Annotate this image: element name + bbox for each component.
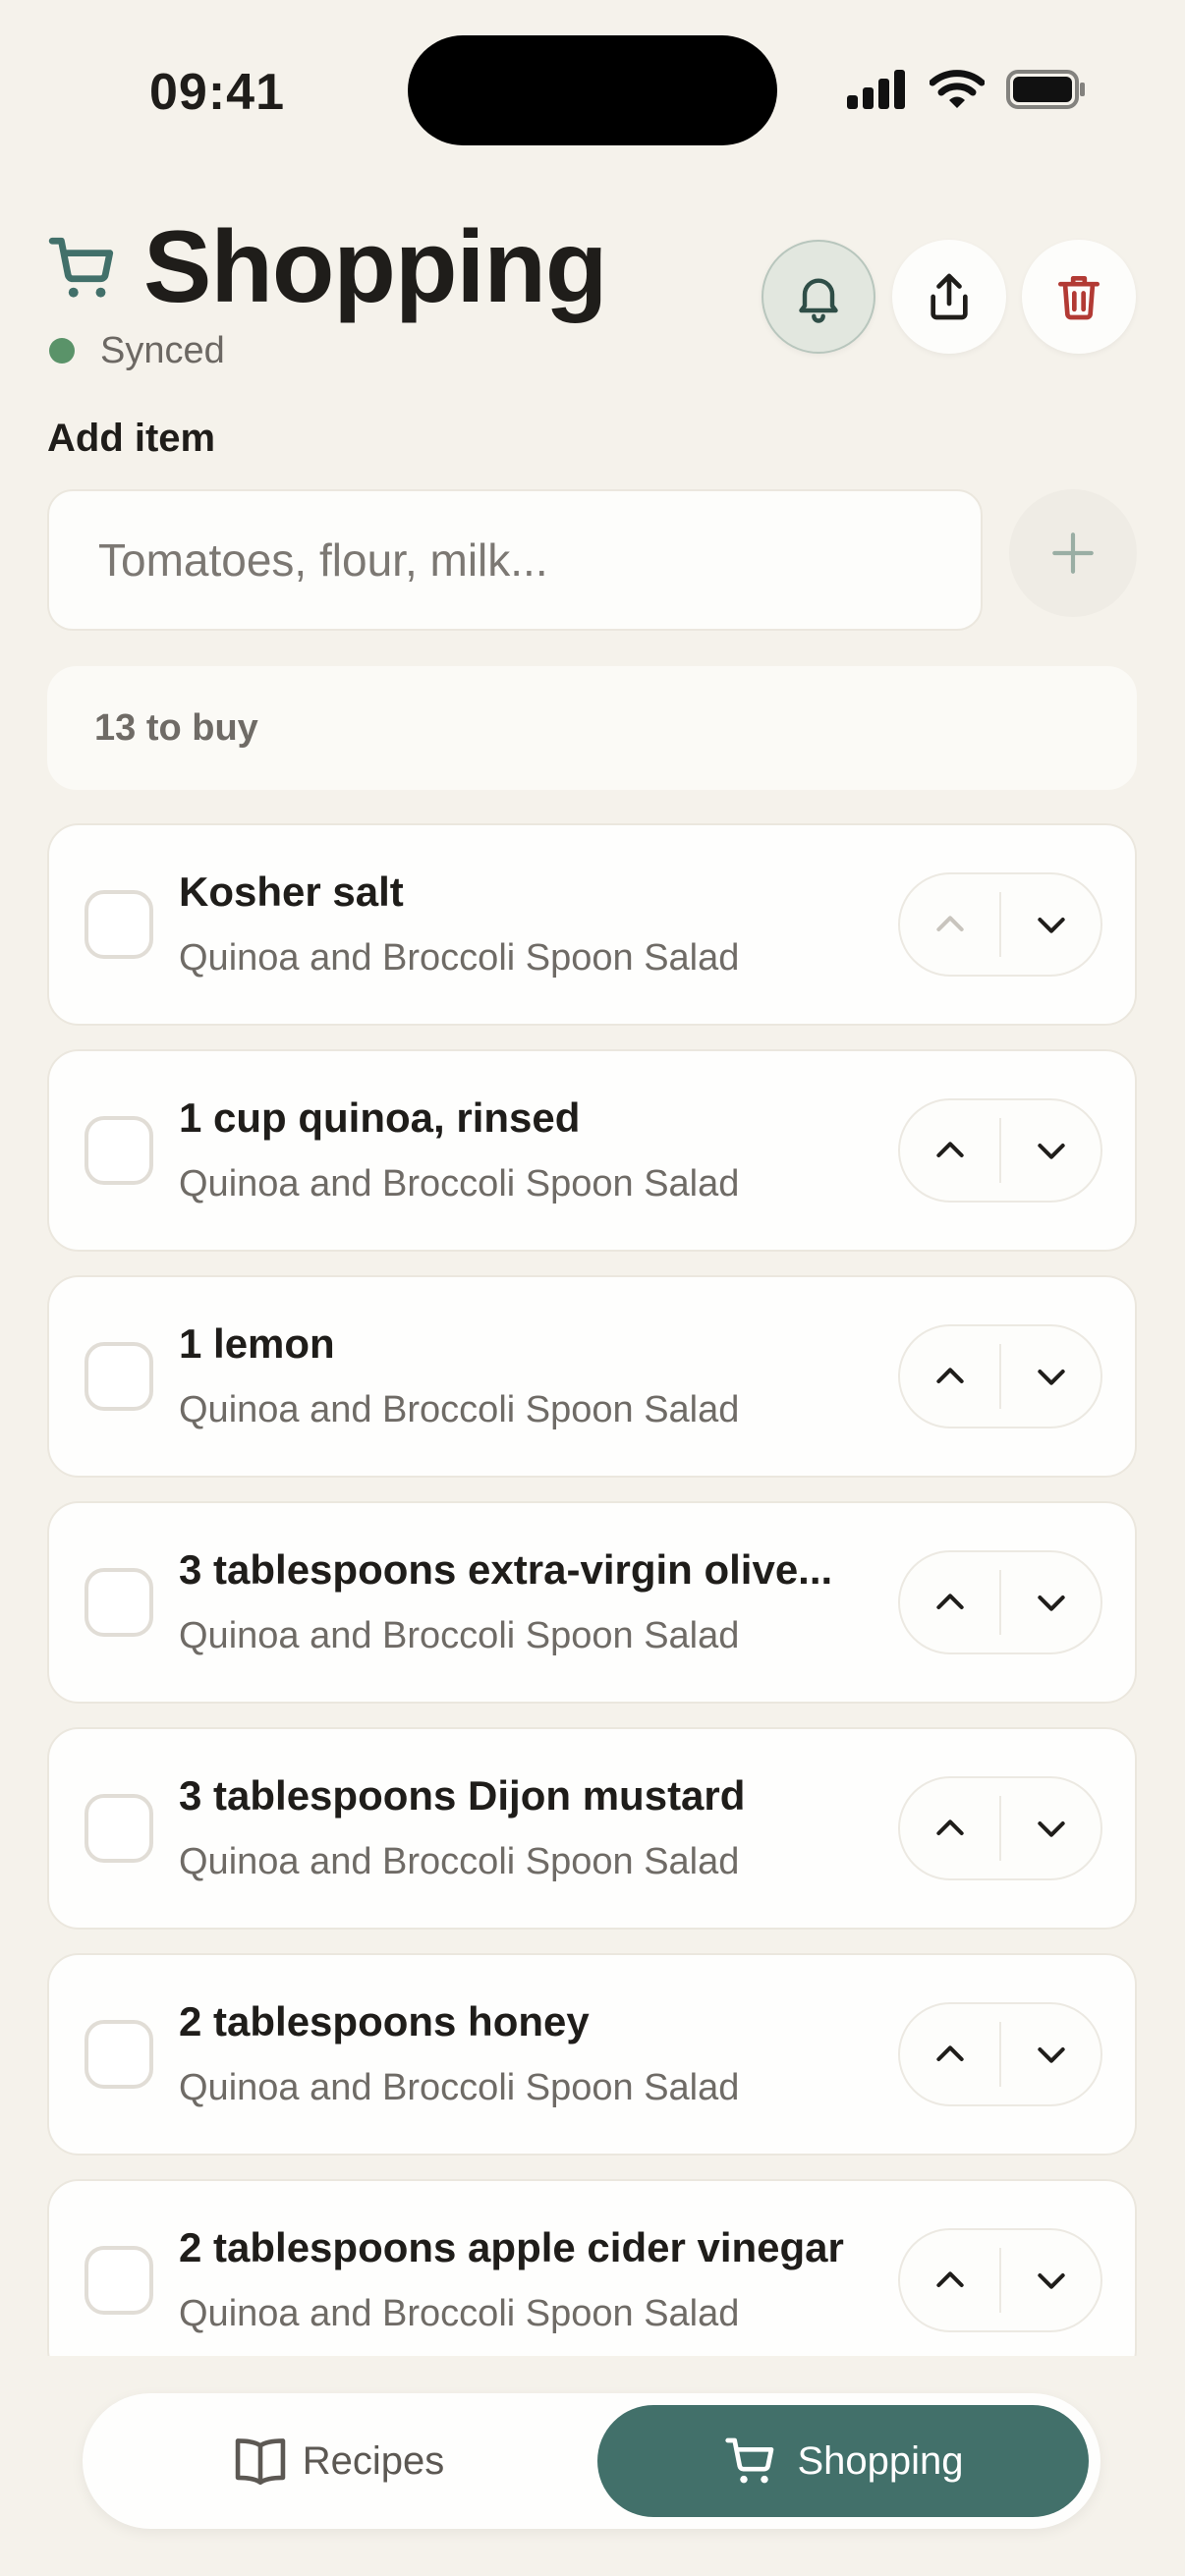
item-recipe: Quinoa and Broccoli Spoon Salad bbox=[179, 2067, 740, 2108]
item-name: 3 tablespoons Dijon mustard bbox=[179, 1772, 746, 1819]
shopping-list[interactable]: Kosher salt Quinoa and Broccoli Spoon Sa… bbox=[0, 823, 1185, 2356]
item-recipe: Quinoa and Broccoli Spoon Salad bbox=[179, 1389, 740, 1430]
book-icon bbox=[235, 2438, 285, 2486]
item-name: 1 cup quinoa, rinsed bbox=[179, 1094, 581, 1141]
share-icon bbox=[931, 273, 968, 320]
move-down-button[interactable] bbox=[1001, 874, 1100, 975]
bell-icon bbox=[799, 278, 838, 323]
move-down-button[interactable] bbox=[1001, 2230, 1100, 2330]
list-item: 2 tablespoons honey Quinoa and Broccoli … bbox=[47, 1953, 1137, 2156]
move-down-button[interactable] bbox=[1001, 1100, 1100, 1201]
item-recipe: Quinoa and Broccoli Spoon Salad bbox=[179, 937, 740, 979]
chevron-up-icon bbox=[935, 2045, 964, 2061]
add-item-label: Add item bbox=[47, 417, 216, 460]
item-checkbox[interactable] bbox=[85, 2020, 153, 2089]
cart-icon bbox=[725, 2437, 774, 2484]
dynamic-island bbox=[408, 35, 777, 145]
list-item: 2 tablespoons apple cider vinegar Quinoa… bbox=[47, 2179, 1137, 2356]
add-item-button[interactable] bbox=[1009, 489, 1137, 617]
item-name: Kosher salt bbox=[179, 868, 404, 915]
move-up-button[interactable] bbox=[900, 2230, 999, 2330]
chevron-up-icon bbox=[935, 1820, 964, 1835]
status-time: 09:41 bbox=[149, 64, 285, 121]
move-down-button[interactable] bbox=[1001, 1326, 1100, 1427]
chevron-down-icon bbox=[1037, 918, 1065, 933]
items-to-buy-count: 13 to buy bbox=[47, 666, 1137, 790]
trash-icon bbox=[1058, 276, 1100, 320]
item-name: 1 lemon bbox=[179, 1320, 335, 1367]
item-name: 2 tablespoons apple cider vinegar bbox=[179, 2224, 844, 2270]
move-up-button[interactable] bbox=[900, 1552, 999, 1652]
move-down-button[interactable] bbox=[1001, 1552, 1100, 1652]
status-icons bbox=[847, 69, 1087, 110]
item-checkbox[interactable] bbox=[85, 1342, 153, 1411]
move-up-button[interactable] bbox=[900, 874, 999, 975]
move-up-button[interactable] bbox=[900, 2004, 999, 2104]
chevron-up-icon bbox=[935, 1368, 964, 1383]
tab-recipes-label: Recipes bbox=[302, 2438, 445, 2483]
move-up-button[interactable] bbox=[900, 1778, 999, 1878]
add-item-input[interactable] bbox=[47, 489, 983, 631]
chevron-down-icon bbox=[1037, 1370, 1065, 1385]
tab-shopping-label: Shopping bbox=[797, 2438, 964, 2483]
item-name: 2 tablespoons honey bbox=[179, 1998, 590, 2044]
chevron-down-icon bbox=[1037, 1144, 1065, 1159]
clear-list-button[interactable] bbox=[1022, 240, 1136, 354]
move-down-button[interactable] bbox=[1001, 1778, 1100, 1878]
move-up-button[interactable] bbox=[900, 1326, 999, 1427]
list-item: 3 tablespoons extra-virgin olive... Quin… bbox=[47, 1501, 1137, 1704]
item-name: 3 tablespoons extra-virgin olive... bbox=[179, 1546, 833, 1593]
list-item: 1 cup quinoa, rinsed Quinoa and Broccoli… bbox=[47, 1049, 1137, 1252]
reorder-stepper bbox=[898, 1098, 1102, 1203]
move-down-button[interactable] bbox=[1001, 2004, 1100, 2104]
list-item: 3 tablespoons Dijon mustard Quinoa and B… bbox=[47, 1727, 1137, 1930]
item-recipe: Quinoa and Broccoli Spoon Salad bbox=[179, 1163, 740, 1204]
item-checkbox[interactable] bbox=[85, 2246, 153, 2315]
item-recipe: Quinoa and Broccoli Spoon Salad bbox=[179, 2293, 740, 2334]
wifi-icon bbox=[930, 70, 985, 108]
items-to-buy-text: 13 to buy bbox=[94, 706, 258, 749]
item-recipe: Quinoa and Broccoli Spoon Salad bbox=[179, 1841, 740, 1882]
item-checkbox[interactable] bbox=[85, 1794, 153, 1863]
chevron-up-icon bbox=[935, 2271, 964, 2287]
chevron-down-icon bbox=[1037, 1596, 1065, 1611]
list-item: 1 lemon Quinoa and Broccoli Spoon Salad bbox=[47, 1275, 1137, 1478]
chevron-up-icon bbox=[935, 1594, 964, 1609]
chevron-up-icon bbox=[935, 1142, 964, 1157]
page-title: Shopping bbox=[143, 210, 607, 324]
reorder-stepper bbox=[898, 872, 1102, 977]
sync-status-dot bbox=[49, 338, 75, 364]
cellular-signal-icon bbox=[847, 70, 905, 109]
reorder-stepper bbox=[898, 2002, 1102, 2106]
battery-icon bbox=[1006, 70, 1085, 109]
list-item: Kosher salt Quinoa and Broccoli Spoon Sa… bbox=[47, 823, 1137, 1026]
item-checkbox[interactable] bbox=[85, 1568, 153, 1637]
notifications-button[interactable] bbox=[762, 240, 875, 354]
item-recipe: Quinoa and Broccoli Spoon Salad bbox=[179, 1615, 740, 1656]
move-up-button[interactable] bbox=[900, 1100, 999, 1201]
item-checkbox[interactable] bbox=[85, 1116, 153, 1185]
reorder-stepper bbox=[898, 2228, 1102, 2332]
reorder-stepper bbox=[898, 1776, 1102, 1880]
chevron-down-icon bbox=[1037, 2047, 1065, 2063]
sync-status-text: Synced bbox=[100, 330, 225, 371]
reorder-stepper bbox=[898, 1550, 1102, 1654]
bottom-tab-bar: Recipes Shopping bbox=[83, 2393, 1100, 2529]
item-checkbox[interactable] bbox=[85, 890, 153, 959]
tab-recipes[interactable]: Recipes bbox=[83, 2393, 593, 2529]
app-screen: 09:41 Shopping Synced Add item Tomatoes,… bbox=[0, 0, 1185, 2576]
cart-icon bbox=[48, 237, 114, 298]
chevron-down-icon bbox=[1037, 1821, 1065, 1837]
tab-shopping[interactable]: Shopping bbox=[597, 2405, 1089, 2517]
share-button[interactable] bbox=[892, 240, 1006, 354]
chevron-up-icon bbox=[935, 916, 964, 931]
chevron-down-icon bbox=[1037, 2273, 1065, 2289]
plus-icon bbox=[1052, 532, 1094, 574]
reorder-stepper bbox=[898, 1324, 1102, 1428]
